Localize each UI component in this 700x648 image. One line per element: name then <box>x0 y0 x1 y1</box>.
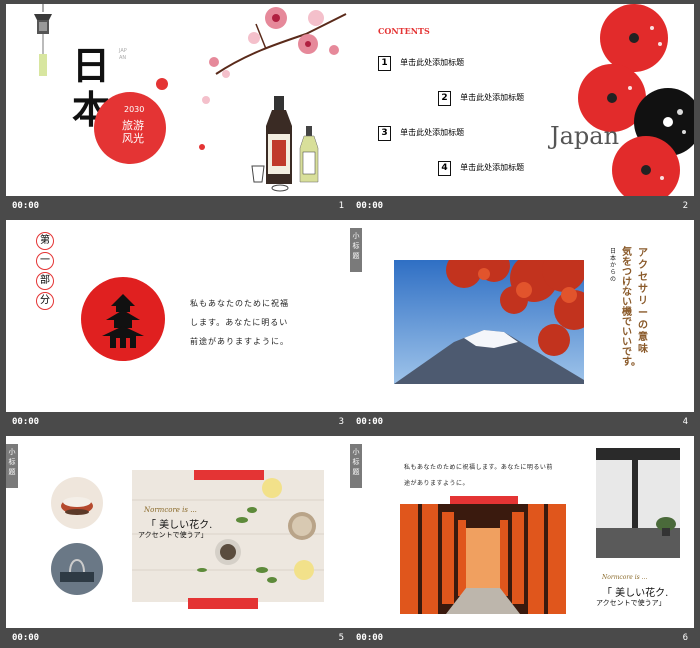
slide-thumb-4[interactable]: 小标题 日本からの 気をつけない機でいいです。 アクセサリーの意味 00:00 … <box>350 220 694 432</box>
heading-sub: アクセサリーの意味 <box>638 248 648 355</box>
toc-number: 2 <box>438 91 451 106</box>
heading-main: 気をつけない機でいいです。 <box>622 247 641 368</box>
vertical-text-block: 日本からの 気をつけない機でいいです。 アクセサリーの意味 <box>610 244 690 384</box>
slide-thumb-3[interactable]: 第 一 部 分 私もあなたのために祝福 します。あなたに明るい 前途がありますよ… <box>6 220 350 432</box>
slide-2-canvas: CONTENTS 1 单击此处添加标题 2 单击此处添加标题 3 单击此处添加标… <box>350 4 694 196</box>
japanese-umbrella-icon <box>578 4 694 196</box>
subtitle-1: 旅游 <box>122 119 144 132</box>
blossom-dot <box>202 96 210 104</box>
body-line-2: 途がありますように。 <box>404 480 470 487</box>
slide-time: 00:00 <box>12 201 40 211</box>
subtitle-2: 风光 <box>122 132 144 145</box>
slide-time: 00:00 <box>12 633 40 643</box>
section-tag: 小标题 <box>350 444 362 488</box>
quote-big: 「 美しい花ク. <box>146 520 213 531</box>
small-red-dot <box>156 78 168 90</box>
toc-label: 单击此处添加标题 <box>460 163 525 172</box>
slide-time: 00:00 <box>356 417 384 427</box>
toc-number: 3 <box>378 126 391 141</box>
slide-number: 5 <box>338 633 344 643</box>
toc-item-4[interactable]: 4 单击此处添加标题 <box>438 155 524 176</box>
toc-item-2[interactable]: 2 单击此处添加标题 <box>438 85 524 106</box>
toc-number: 1 <box>378 56 391 71</box>
slide-6-footer: 00:00 6 <box>350 628 694 648</box>
contents-heading: CONTENTS <box>378 26 430 36</box>
title-char-1: 日 <box>72 43 111 88</box>
section-tag: 小标题 <box>350 228 362 272</box>
toc-number: 4 <box>438 161 451 176</box>
normcore-script: Normcore is ... <box>144 506 197 514</box>
plum-blossom-icon <box>209 7 347 78</box>
slide-1-canvas: 日 本 JAPAN 2030 旅游 风光 <box>6 4 350 196</box>
torii-gates-photo <box>400 504 566 614</box>
kitchen-photo <box>51 543 103 595</box>
section-tag: 小标题 <box>6 444 18 488</box>
slide-5-footer: 00:00 5 <box>6 628 350 648</box>
lantern-icon <box>34 4 52 76</box>
vertical-japan: JAPAN <box>119 48 127 61</box>
sake-bottle-icon <box>251 96 319 192</box>
slide-time: 00:00 <box>356 201 384 211</box>
part-label: 第 一 部 分 <box>36 232 54 310</box>
red-accent-bar <box>188 598 258 609</box>
toc-label: 单击此处添加标题 <box>460 93 525 102</box>
slide-number: 2 <box>682 201 688 211</box>
year-label: 2030 <box>124 105 145 114</box>
body-line-1: 私もあなたのために祝福します。あなたに明るい前 <box>404 464 553 471</box>
slide-thumb-2[interactable]: CONTENTS 1 单击此处添加标题 2 单击此处添加标题 3 单击此处添加标… <box>350 4 694 216</box>
mount-fuji-photo <box>394 260 584 384</box>
slide-thumb-6[interactable]: 小标题 私もあなたのために祝福します。あなたに明るい前 途がありますように。 N… <box>350 436 694 648</box>
part-char: 部 <box>36 272 54 290</box>
slide-2-footer: 00:00 2 <box>350 196 694 216</box>
japan-script: Japan <box>550 122 620 150</box>
toc-item-1[interactable]: 1 单击此处添加标题 <box>378 50 464 71</box>
slide-3-footer: 00:00 3 <box>6 412 350 432</box>
bowl-photo <box>51 477 103 529</box>
slide-time: 00:00 <box>12 417 40 427</box>
quote-big: 「 美しい花ク. <box>602 588 669 599</box>
toc-label: 单击此处添加标题 <box>400 128 465 137</box>
normcore-script: Normcore is ... <box>602 574 648 581</box>
pagoda-icon <box>81 277 165 361</box>
slide-time: 00:00 <box>356 633 384 643</box>
part-char: 一 <box>36 252 54 270</box>
red-dot <box>199 144 205 150</box>
slide-number: 3 <box>338 417 344 427</box>
slide-6-canvas: 小标题 私もあなたのために祝福します。あなたに明るい前 途がありますように。 N… <box>350 436 694 628</box>
heading-small: 日本からの <box>610 248 617 283</box>
body-line-2: します。あなたに明るい <box>190 318 289 327</box>
slide-number: 4 <box>682 417 688 427</box>
slide-number: 6 <box>682 633 688 643</box>
quote-small: アクセントで使うア」 <box>138 531 208 539</box>
body-line-1: 私もあなたのために祝福 <box>190 299 289 308</box>
window-photo <box>596 448 680 558</box>
part-char: 分 <box>36 292 54 310</box>
slide-3-canvas: 第 一 部 分 私もあなたのために祝福 します。あなたに明るい 前途がありますよ… <box>6 220 350 412</box>
slide-thumb-1[interactable]: 日 本 JAPAN 2030 旅游 风光 00:00 1 <box>6 4 350 216</box>
slide-4-footer: 00:00 4 <box>350 412 694 432</box>
slide-number: 1 <box>338 201 344 211</box>
slide-4-canvas: 小标题 日本からの 気をつけない機でいいです。 アクセサリーの意味 <box>350 220 694 412</box>
toc-item-3[interactable]: 3 单击此处添加标题 <box>378 120 464 141</box>
part-char: 第 <box>36 232 54 250</box>
slide-5-canvas: 小标题 Normcore is ... 「 美しい花ク. アクセントで使うア」 <box>6 436 350 628</box>
red-accent-bar <box>194 470 264 480</box>
slide-thumb-5[interactable]: 小标题 Normcore is ... 「 美しい花ク. アクセントで使うア」 <box>6 436 350 648</box>
quote-small: アクセントで使うア」 <box>596 599 666 607</box>
toc-label: 单击此处添加标题 <box>400 58 465 67</box>
body-line-3: 前途がありますように。 <box>190 337 289 346</box>
slide-1-footer: 00:00 1 <box>6 196 350 216</box>
